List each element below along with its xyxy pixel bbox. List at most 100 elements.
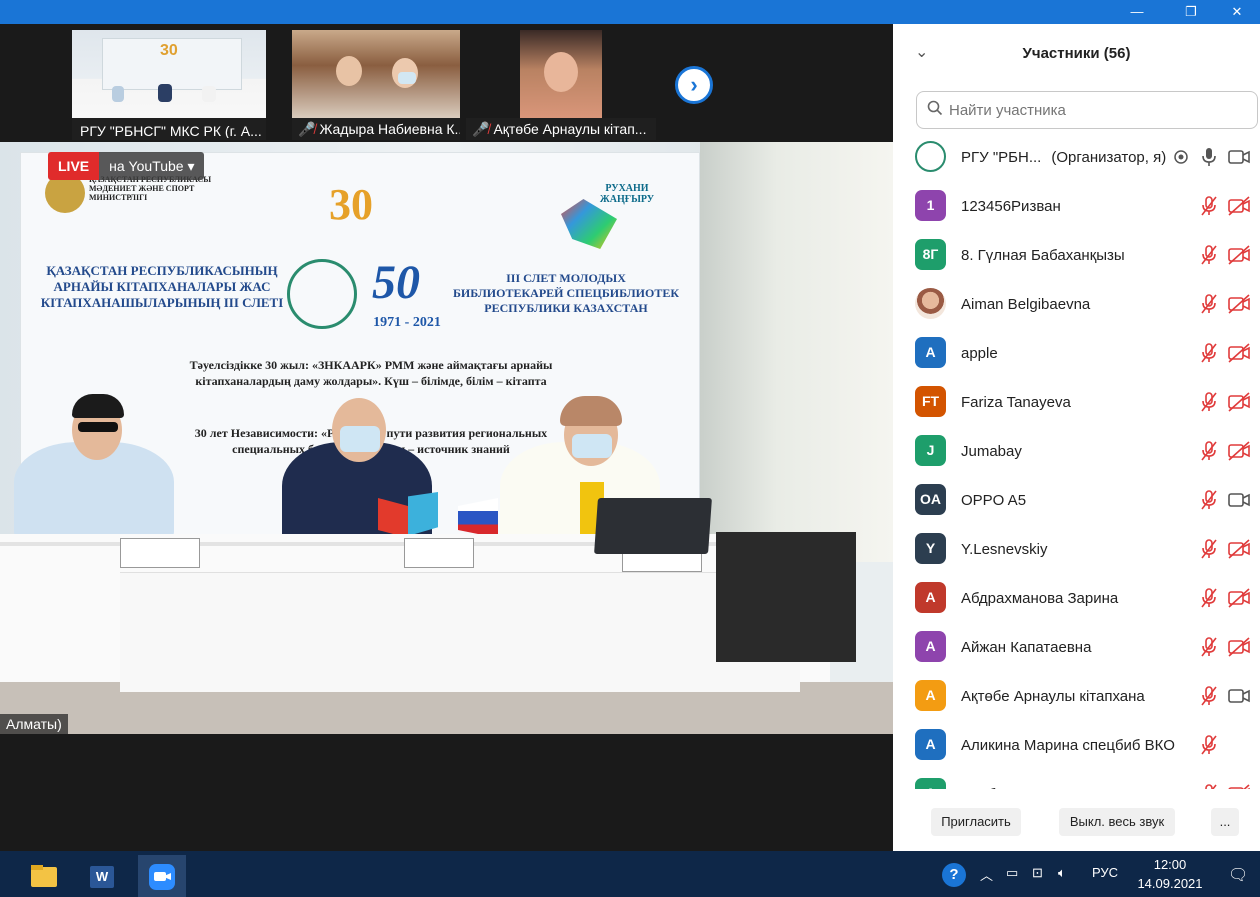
participant-row[interactable]: А Альбина Жан... xyxy=(893,771,1260,789)
video-stage: 30 РГУ "РБНСГ" МКС РК (г. А... 🎤̸ Жадыра … xyxy=(0,24,893,851)
participant-row[interactable]: 1 123456Ризван xyxy=(893,183,1260,232)
mute-all-button[interactable]: Выкл. весь звук xyxy=(1059,808,1175,836)
close-button[interactable]: ✕ xyxy=(1214,0,1260,24)
participant-row[interactable]: А Ақтөбе Арнаулы кітапхана xyxy=(893,673,1260,722)
system-clock[interactable]: 12:00 14.09.2021 xyxy=(1126,855,1214,893)
participant-row[interactable]: OA OPPO A5 xyxy=(893,477,1260,526)
search-icon xyxy=(927,100,943,116)
record-icon[interactable] xyxy=(1169,146,1193,168)
participant-name-text: Jumabay xyxy=(961,443,1022,460)
maximize-button[interactable]: ❐ xyxy=(1168,0,1214,24)
participant-role: (Организатор, я) xyxy=(1051,149,1167,166)
participants-panel: ⌄ Участники (56) РГУ "РБН... (Организатор… xyxy=(893,24,1260,851)
camera-off-icon[interactable] xyxy=(1227,440,1251,462)
thumbnail-name-row: 🎤̸ Жадыра Набиевна К... xyxy=(292,118,460,140)
participant-list[interactable]: РГУ "РБН... (Организатор, я) 1 123456Ризван… xyxy=(893,134,1260,789)
file-explorer-icon[interactable] xyxy=(20,855,68,897)
avatar-initials: А xyxy=(915,631,946,662)
camera-off-icon[interactable] xyxy=(1227,293,1251,315)
face-mask-icon xyxy=(572,434,612,458)
chevron-up-icon[interactable]: ︿ xyxy=(980,865,993,884)
participant-row[interactable]: А Аликина Марина спецбиб ВКО xyxy=(893,722,1260,771)
participant-name-text: OPPO A5 xyxy=(961,492,1027,509)
mic-muted-icon: 🎤̸ xyxy=(298,121,316,137)
participant-row[interactable]: Aapple xyxy=(893,330,1260,379)
participant-row[interactable]: А Айжан Капатаевна xyxy=(893,624,1260,673)
mic-muted-icon[interactable] xyxy=(1197,293,1221,315)
mic-muted-icon[interactable] xyxy=(1197,342,1221,364)
clock-time: 12:00 xyxy=(1153,857,1187,872)
participant-row[interactable]: J Jumabay xyxy=(893,428,1260,477)
minimize-button[interactable]: — xyxy=(1114,0,1160,24)
participant-row[interactable]: 8Г 8. Гүлная Бабаханқызы xyxy=(893,232,1260,281)
participant-name: Абдрахманова Зарина xyxy=(961,590,1118,607)
word-icon[interactable]: W xyxy=(78,855,126,897)
camera-off-icon[interactable] xyxy=(1227,195,1251,217)
participant-name: Ақтөбе Арнаулы кітапхана xyxy=(961,688,1145,705)
mic-muted-icon[interactable] xyxy=(1197,391,1221,413)
mic-muted-icon[interactable] xyxy=(1197,685,1221,707)
participant-row[interactable]: FT Fariza Tanayeva xyxy=(893,379,1260,428)
participant-row[interactable]: А Абдрахманова Зарина xyxy=(893,575,1260,624)
camera-off-icon[interactable] xyxy=(1227,342,1251,364)
language-indicator[interactable]: РУС xyxy=(1092,865,1118,880)
participant-search[interactable] xyxy=(916,91,1258,129)
camera-icon[interactable] xyxy=(1227,146,1251,168)
volume-icon[interactable]: 🔈︎ xyxy=(1058,865,1066,881)
mic-muted-icon[interactable] xyxy=(1197,538,1221,560)
camera-icon[interactable] xyxy=(1227,489,1251,511)
mic-muted-icon[interactable] xyxy=(1197,244,1221,266)
mic-muted-icon[interactable] xyxy=(1197,195,1221,217)
camera-off-icon[interactable] xyxy=(1227,244,1251,266)
mic-muted-icon[interactable] xyxy=(1197,783,1221,789)
mic-muted-icon[interactable] xyxy=(1197,734,1221,756)
more-button[interactable]: ... xyxy=(1211,808,1239,836)
stream-destination-dropdown[interactable]: на YouTube ▾ xyxy=(99,152,205,180)
participant-name: Альбина Жан... xyxy=(961,786,1068,789)
participant-row[interactable]: РГУ "РБН... (Организатор, я) xyxy=(893,134,1260,183)
zoom-icon[interactable] xyxy=(138,855,186,897)
camera-off-icon[interactable] xyxy=(1227,538,1251,560)
next-page-button[interactable]: › xyxy=(675,66,713,104)
face-mask-icon xyxy=(340,426,380,452)
participant-name: Аликина Марина спецбиб ВКО xyxy=(961,737,1175,754)
participant-name-text: Аликина Марина спецбиб ВКО xyxy=(961,737,1175,754)
mic-muted-icon[interactable] xyxy=(1197,440,1221,462)
avatar-initials: А xyxy=(915,680,946,711)
camera-off-icon[interactable] xyxy=(1227,391,1251,413)
notifications-icon[interactable]: 🗨︎ xyxy=(1228,865,1248,885)
network-icon[interactable]: ⊡ xyxy=(1032,865,1043,881)
participant-name: Айжан Капатаевна xyxy=(961,639,1091,656)
anniversary-logo-icon: 30 xyxy=(160,42,178,59)
mic-muted-icon[interactable] xyxy=(1197,587,1221,609)
help-icon[interactable]: ? xyxy=(942,863,966,887)
participant-name: Y.Lesnevskiy xyxy=(961,541,1047,558)
search-input[interactable] xyxy=(949,100,1239,120)
participant-name: Fariza Tanayeva xyxy=(961,394,1071,411)
name-plate xyxy=(404,538,474,568)
avatar-initials: 8Г xyxy=(915,239,946,270)
speaker-name-tag: Алматы) xyxy=(0,714,68,734)
thumbnail-name-row: 🎤̸ Ақтөбе Арнаулы кітап... xyxy=(466,118,656,140)
avatar-initials: FT xyxy=(915,386,946,417)
camera-off-icon[interactable] xyxy=(1227,636,1251,658)
panel-header: ⌄ Участники (56) xyxy=(893,24,1260,84)
participant-thumbnail[interactable]: 30 РГУ "РБНСГ" МКС РК (г. А... xyxy=(72,30,266,140)
video-feed-conference-hall: 30 xyxy=(72,30,266,118)
participant-thumbnail[interactable]: 🎤̸ Жадыра Набиевна К... xyxy=(292,30,460,140)
camera-off-icon[interactable] xyxy=(1227,783,1251,789)
mic-muted-icon[interactable] xyxy=(1197,489,1221,511)
camera-icon[interactable] xyxy=(1227,685,1251,707)
participant-row[interactable]: Aiman Belgibaevna xyxy=(893,281,1260,330)
window-titlebar: — ❐ ✕ xyxy=(0,0,1260,24)
avatar-initials: J xyxy=(915,435,946,466)
invite-button[interactable]: Пригласить xyxy=(931,808,1021,836)
mic-muted-icon[interactable] xyxy=(1197,636,1221,658)
battery-icon[interactable]: ▭ xyxy=(1006,865,1018,881)
participant-thumbnail[interactable]: 🎤̸ Ақтөбе Арнаулы кітап... xyxy=(466,30,656,140)
participant-row[interactable]: Y Y.Lesnevskiy xyxy=(893,526,1260,575)
participant-name: 123456Ризван xyxy=(961,198,1061,215)
live-indicator[interactable]: LIVE на YouTube ▾ xyxy=(48,152,205,180)
camera-off-icon[interactable] xyxy=(1227,587,1251,609)
microphone-icon[interactable] xyxy=(1197,146,1221,168)
